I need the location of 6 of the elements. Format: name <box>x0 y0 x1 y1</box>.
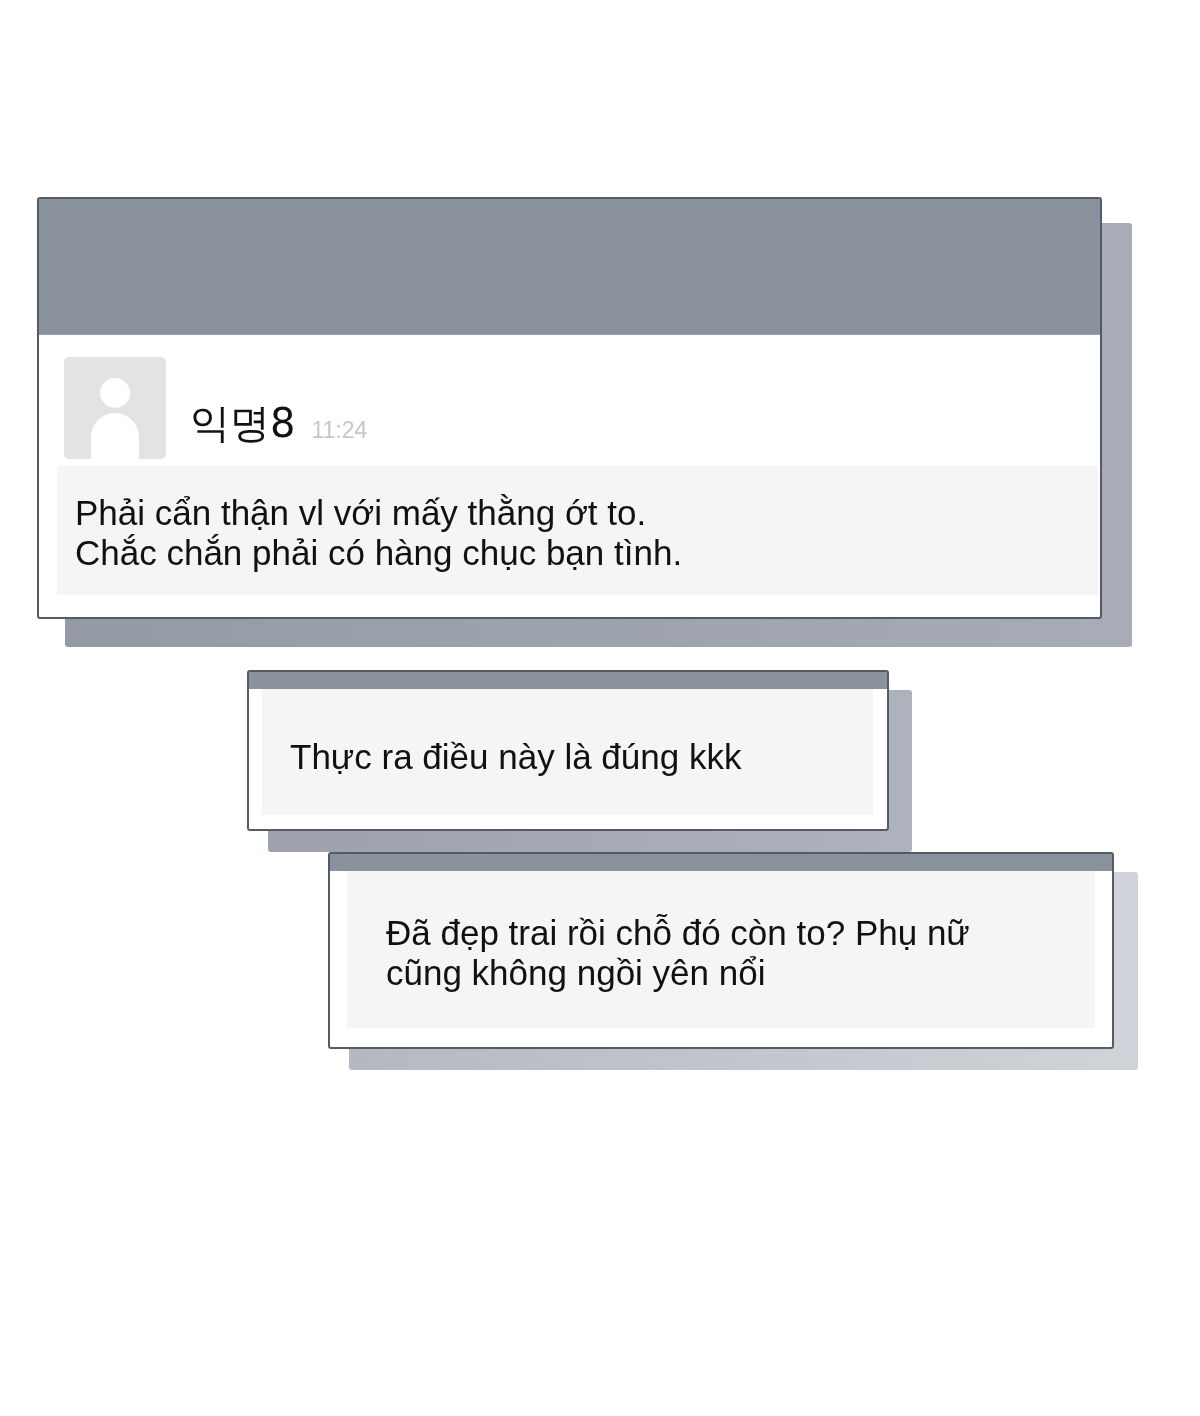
author-name: 익명8 <box>190 400 296 446</box>
message-text: Phải cẩn thận vl với mấy thằng ớt to. Chắc chắn phải có hàng chục bạn tình. <box>75 493 683 573</box>
avatar-icon <box>64 357 166 459</box>
post-time: 11:24 <box>311 416 368 444</box>
reply-text: Đã đẹp trai rồi chỗ đó còn to? Phụ nữ cũng không ngồi yên nổi <box>386 913 971 993</box>
reply-text: Thực ra điều này là đúng kkk <box>290 737 742 777</box>
